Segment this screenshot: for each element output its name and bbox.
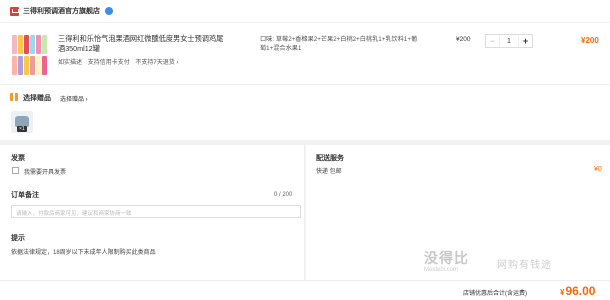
product-image[interactable] (12, 35, 50, 75)
shop-name-link[interactable]: 三得利预调酒官方旗舰店 (23, 6, 100, 16)
delivery-title: 配送服务 (316, 155, 344, 162)
decrease-button[interactable]: − (486, 35, 500, 47)
item-subtotal: ¥200 (581, 36, 599, 45)
note-char-counter: 0 / 200 (274, 192, 293, 198)
service-tag: 如实描述 (58, 60, 83, 66)
shop-header: 三得利预调酒官方旗舰店 (0, 0, 610, 22)
currency-symbol: ¥ (560, 288, 565, 297)
verified-badge-icon (105, 7, 113, 15)
gift-icon (10, 93, 18, 101)
quantity-value[interactable]: 1 (500, 38, 518, 45)
tips-title: 提示 (11, 235, 25, 242)
gift-title: 选择赠品 (23, 95, 51, 102)
order-note-title: 订单备注 (11, 192, 39, 199)
gift-section: 选择赠品 选择赠品 › ×1 (0, 84, 610, 140)
delivery-fee: ¥0 (594, 166, 602, 173)
unit-price: ¥200 (456, 36, 471, 43)
service-tag: 支持信用卡支付 (87, 60, 130, 66)
delivery-method: 快递 包邮 (316, 169, 342, 175)
shop-logo-icon (10, 6, 19, 16)
watermark-brand: 没得比 (424, 250, 469, 266)
service-tag[interactable]: 不支持7天退货 › (135, 60, 178, 66)
summary-amount: ¥96.00 (560, 284, 595, 298)
product-row: 三得利和乐怡气泡果酒网红微醺低度男女士预调鸡尾酒350ml12罐 如实描述 支持… (0, 22, 610, 84)
increase-button[interactable]: + (518, 35, 532, 47)
amount-value: 96.00 (565, 284, 596, 298)
quantity-stepper: − 1 + (485, 34, 533, 48)
product-title[interactable]: 三得利和乐怡气泡果酒网红微醺低度男女士预调鸡尾酒350ml12罐 (58, 34, 226, 54)
order-summary-bar: 店铺优惠后合计(含运费) ¥96.00 (0, 280, 610, 300)
summary-label: 店铺优惠后合计(含运费) (463, 291, 527, 297)
order-options-panel: 发票 我需要开具发票 订单备注 0 / 200 请输入，付款后商家可见，建议和商… (0, 145, 305, 280)
order-note-input[interactable]: 请输入，付款后商家可见，建议和商家协商一致 (11, 205, 301, 218)
product-spec: 口味: 草莓2+香橼果2+芒果2+白桃2+白桃乳1+乳饮料1+葡萄1+混合水果1 (260, 36, 418, 52)
watermark-slogan: 网购有钱途 (497, 260, 552, 271)
watermark-url: Meidebi.com (424, 267, 459, 273)
choose-gift-link[interactable]: 选择赠品 › (60, 94, 88, 103)
invoice-checkbox-label[interactable]: 我需要开具发票 (24, 167, 66, 176)
invoice-title: 发票 (11, 155, 25, 162)
invoice-checkbox[interactable] (12, 167, 19, 174)
product-service-tags: 如实描述 支持信用卡支付 不支持7天退货 › (58, 57, 182, 66)
tips-text: 依据法律规定，18周岁以下未成年人限制购买此类商品 (11, 250, 156, 256)
gift-count-badge: ×1 (17, 126, 27, 132)
